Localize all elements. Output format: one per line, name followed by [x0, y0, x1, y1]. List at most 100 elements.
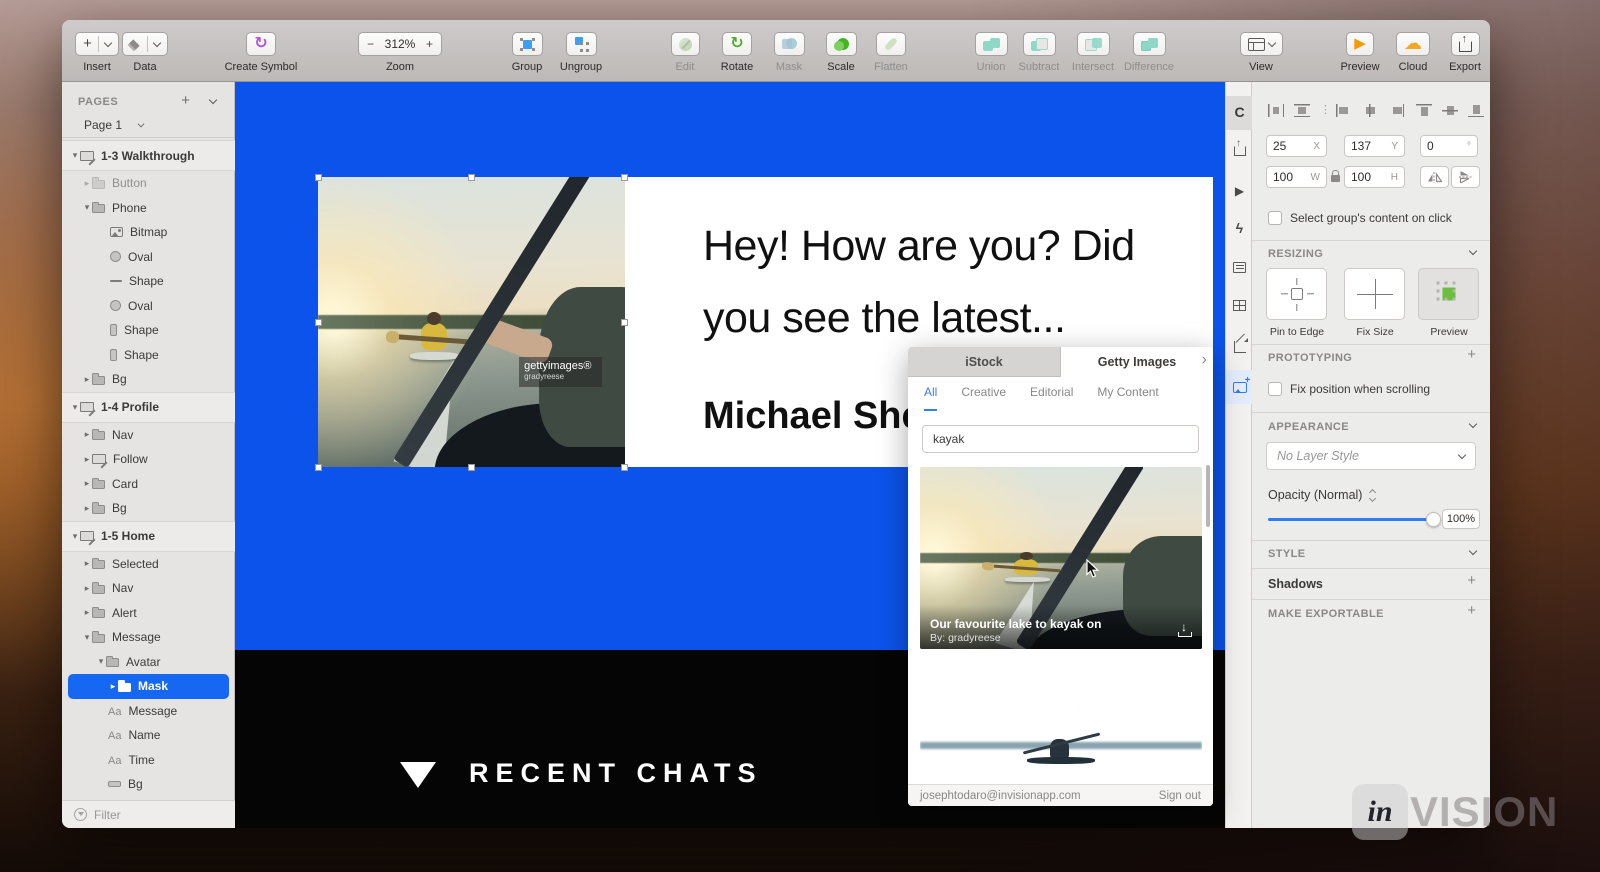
layer-row-oval[interactable]: Oval: [62, 245, 235, 270]
opacity-value-field[interactable]: 100%: [1442, 509, 1480, 529]
actions-panel-button[interactable]: [1226, 212, 1253, 246]
flatten-button[interactable]: [876, 32, 906, 56]
layer-row-bg[interactable]: Bg: [62, 772, 235, 797]
zoom-out-button[interactable]: −: [367, 37, 374, 51]
vector-panel-button[interactable]: [1226, 330, 1253, 364]
recent-chats-title[interactable]: RECENT CHATS: [469, 758, 763, 789]
disclosure-icon[interactable]: [70, 531, 80, 542]
distribute-horizontally-icon[interactable]: [1268, 104, 1284, 117]
y-position-field[interactable]: 137Y: [1344, 135, 1405, 157]
add-export-button[interactable]: +: [1467, 602, 1476, 619]
align-middle-vertical-icon[interactable]: [1442, 104, 1458, 117]
chevron-right-icon[interactable]: [1202, 351, 1207, 369]
align-left-icon[interactable]: [1336, 104, 1352, 117]
distribute-vertically-icon[interactable]: [1294, 104, 1310, 117]
layer-row-folder[interactable]: Nav: [62, 423, 235, 448]
tab-istock[interactable]: iStock: [908, 347, 1061, 377]
checkbox[interactable]: [1268, 211, 1282, 225]
duplicate-panel-button[interactable]: [1226, 288, 1253, 322]
layer-row-bitmap[interactable]: Bitmap: [62, 220, 235, 245]
layer-row-shape[interactable]: Shape: [62, 269, 235, 294]
layer-row-artboard[interactable]: 1-5 Home: [62, 521, 235, 552]
layer-row-text[interactable]: Name: [62, 723, 235, 748]
layer-row-shape[interactable]: Shape: [62, 318, 235, 343]
pin-to-edge-option[interactable]: [1266, 268, 1327, 320]
chevron-down-icon[interactable]: [1469, 247, 1477, 255]
layer-row-folder[interactable]: Alert: [62, 601, 235, 626]
result-card-kayak-sunset[interactable]: Our favourite lake to kayak on By: grady…: [920, 467, 1202, 649]
disclosure-icon[interactable]: [82, 478, 92, 489]
layer-row-oval[interactable]: Oval: [62, 294, 235, 319]
opacity-slider-knob[interactable]: [1426, 512, 1441, 527]
search-results[interactable]: Our favourite lake to kayak on By: grady…: [908, 459, 1213, 784]
disclosure-icon[interactable]: [82, 503, 92, 514]
disclosure-icon[interactable]: [82, 202, 92, 213]
ungroup-button[interactable]: [566, 32, 597, 56]
disclosure-icon[interactable]: [82, 583, 92, 594]
subtab-all[interactable]: All: [924, 385, 937, 411]
disclosure-icon[interactable]: [82, 558, 92, 569]
disclosure-icon[interactable]: [82, 454, 92, 465]
layer-row-folder[interactable]: Selected: [62, 552, 235, 577]
disclosure-icon[interactable]: [108, 681, 118, 692]
layer-row-mask-selected[interactable]: Mask: [68, 674, 229, 699]
create-symbol-button[interactable]: [246, 32, 275, 56]
align-center-horizontal-icon[interactable]: [1362, 104, 1378, 117]
checkbox[interactable]: [1268, 382, 1282, 396]
data-button[interactable]: [122, 32, 168, 56]
selected-kayak-image[interactable]: gettyimages® gradyreese: [318, 177, 625, 467]
layer-row-shape[interactable]: Shape: [62, 343, 235, 368]
zoom-in-button[interactable]: +: [426, 37, 433, 51]
message-text-line1[interactable]: Hey! How are you? Did: [703, 222, 1135, 271]
download-icon[interactable]: [1177, 624, 1192, 637]
filter-input[interactable]: [94, 808, 214, 822]
image-search-input[interactable]: [922, 425, 1199, 453]
opacity-slider[interactable]: [1268, 518, 1434, 521]
selection-handle-w[interactable]: [315, 319, 322, 326]
subtab-my-content[interactable]: My Content: [1097, 385, 1158, 411]
layer-row-folder[interactable]: Message: [62, 625, 235, 650]
selection-handle-sw[interactable]: [315, 464, 322, 471]
selection-handle-ne[interactable]: [621, 174, 628, 181]
align-bottom-icon[interactable]: [1468, 104, 1484, 117]
disclosure-icon[interactable]: [82, 374, 92, 385]
blend-mode-stepper-icon[interactable]: [1370, 490, 1375, 501]
zoom-stepper[interactable]: − 312% +: [358, 32, 442, 56]
layer-row-folder[interactable]: Button: [62, 171, 235, 196]
result-card-kayak-day[interactable]: [920, 657, 1202, 784]
message-text-line2[interactable]: you see the latest...: [703, 294, 1065, 343]
disclosure-icon[interactable]: [70, 150, 80, 161]
layer-style-select[interactable]: No Layer Style: [1266, 442, 1476, 470]
disclosure-icon[interactable]: [82, 178, 92, 189]
chevron-down-icon[interactable]: [1469, 547, 1477, 555]
x-position-field[interactable]: 25X: [1266, 135, 1327, 157]
layer-row-folder[interactable]: Nav: [62, 576, 235, 601]
layer-row-folder[interactable]: Avatar: [62, 650, 235, 675]
add-page-button[interactable]: +: [181, 92, 190, 109]
subtab-creative[interactable]: Creative: [961, 385, 1006, 411]
disclosure-icon[interactable]: [70, 402, 80, 413]
disclosure-icon[interactable]: [96, 656, 106, 667]
flip-vertical-button[interactable]: [1451, 166, 1480, 188]
selection-handle-se[interactable]: [621, 464, 628, 471]
resize-preview[interactable]: [1418, 268, 1479, 320]
prototype-panel-button[interactable]: [1226, 174, 1253, 208]
flip-horizontal-button[interactable]: [1420, 166, 1449, 188]
stock-images-panel-button[interactable]: [1226, 370, 1253, 404]
sync-panel-button[interactable]: [1226, 134, 1253, 168]
export-button[interactable]: [1451, 32, 1480, 56]
craft-panel-button[interactable]: [1226, 96, 1253, 130]
layer-row-text[interactable]: Message: [62, 699, 235, 724]
page-selector[interactable]: Page 1: [62, 114, 234, 138]
add-prototyping-button[interactable]: +: [1467, 346, 1476, 363]
rotation-field[interactable]: 0°: [1420, 135, 1478, 157]
disclosure-icon[interactable]: [82, 429, 92, 440]
selection-handle-s[interactable]: [468, 464, 475, 471]
difference-button[interactable]: [1133, 32, 1166, 56]
layer-row-folder[interactable]: Phone: [62, 196, 235, 221]
content-panel-button[interactable]: [1226, 250, 1253, 284]
sign-out-link[interactable]: Sign out: [1159, 790, 1201, 802]
layer-row-artboard[interactable]: 1-3 Walkthrough: [62, 140, 235, 171]
layer-row-folder[interactable]: Card: [62, 472, 235, 497]
results-scrollbar[interactable]: [1206, 465, 1210, 527]
